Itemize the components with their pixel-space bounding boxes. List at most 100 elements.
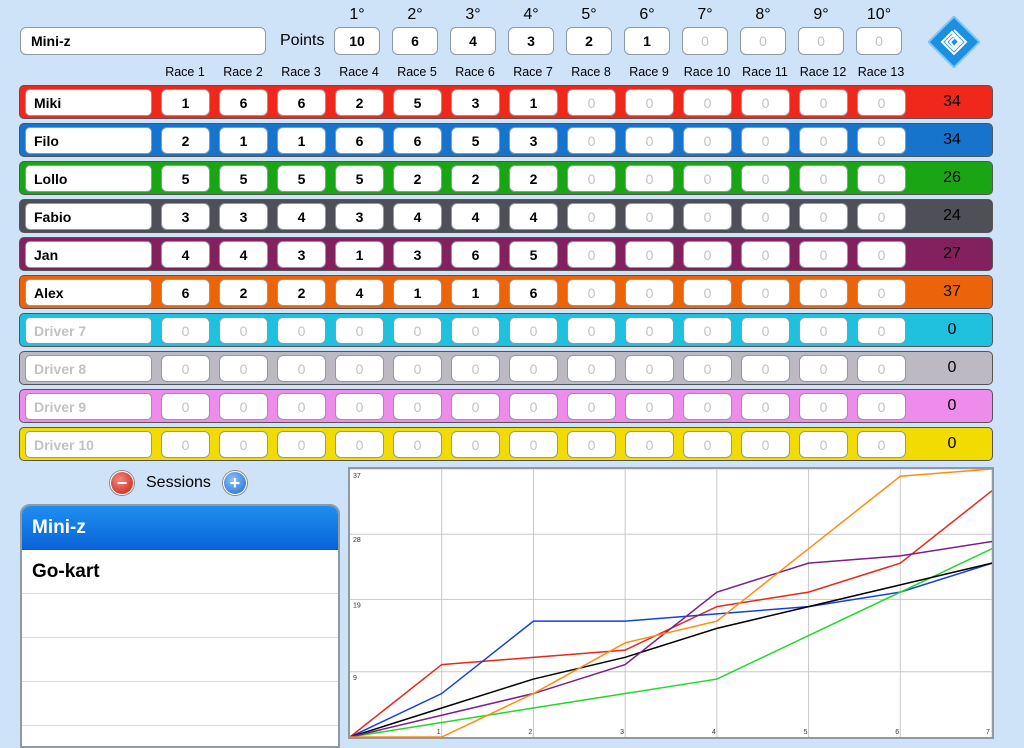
driver-name-field[interactable]: Driver 9 <box>25 393 152 420</box>
race-result-field[interactable]: 2 <box>509 165 558 192</box>
race-result-field[interactable]: 3 <box>509 127 558 154</box>
race-result-field[interactable]: 0 <box>567 355 616 382</box>
race-result-field[interactable]: 3 <box>335 203 384 230</box>
race-result-field[interactable]: 0 <box>451 393 500 420</box>
race-result-field[interactable]: 6 <box>451 241 500 268</box>
race-result-field[interactable]: 0 <box>857 89 906 116</box>
race-result-field[interactable]: 0 <box>625 89 674 116</box>
race-result-field[interactable]: 0 <box>393 317 442 344</box>
points-value-field[interactable]: 1 <box>624 27 670 55</box>
race-result-field[interactable]: 0 <box>625 279 674 306</box>
race-result-field[interactable]: 0 <box>567 127 616 154</box>
race-result-field[interactable]: 6 <box>219 89 268 116</box>
race-result-field[interactable]: 0 <box>625 317 674 344</box>
race-result-field[interactable]: 4 <box>509 203 558 230</box>
session-name-field[interactable]: Mini-z <box>20 27 266 55</box>
points-value-field[interactable]: 4 <box>450 27 496 55</box>
race-result-field[interactable]: 0 <box>625 355 674 382</box>
race-result-field[interactable]: 0 <box>741 165 790 192</box>
race-result-field[interactable]: 0 <box>857 355 906 382</box>
race-result-field[interactable]: 0 <box>741 203 790 230</box>
race-result-field[interactable]: 0 <box>799 203 848 230</box>
race-result-field[interactable]: 0 <box>741 393 790 420</box>
race-result-field[interactable]: 0 <box>683 89 732 116</box>
race-result-field[interactable]: 0 <box>567 279 616 306</box>
race-result-field[interactable]: 1 <box>335 241 384 268</box>
points-value-field[interactable]: 0 <box>798 27 844 55</box>
race-result-field[interactable]: 0 <box>857 279 906 306</box>
race-result-field[interactable]: 0 <box>567 241 616 268</box>
race-result-field[interactable]: 0 <box>683 165 732 192</box>
race-result-field[interactable]: 1 <box>161 89 210 116</box>
race-result-field[interactable]: 0 <box>799 127 848 154</box>
race-result-field[interactable]: 0 <box>219 355 268 382</box>
race-result-field[interactable]: 0 <box>799 431 848 458</box>
race-result-field[interactable]: 0 <box>277 355 326 382</box>
race-result-field[interactable]: 3 <box>277 241 326 268</box>
race-result-field[interactable]: 2 <box>277 279 326 306</box>
race-result-field[interactable]: 1 <box>277 127 326 154</box>
race-result-field[interactable]: 2 <box>219 279 268 306</box>
race-result-field[interactable]: 0 <box>393 393 442 420</box>
race-result-field[interactable]: 3 <box>393 241 442 268</box>
race-result-field[interactable]: 0 <box>451 431 500 458</box>
race-result-field[interactable]: 0 <box>625 165 674 192</box>
race-result-field[interactable]: 0 <box>567 431 616 458</box>
driver-name-field[interactable]: Driver 8 <box>25 355 152 382</box>
race-result-field[interactable]: 0 <box>161 355 210 382</box>
race-result-field[interactable]: 0 <box>625 431 674 458</box>
race-result-field[interactable]: 6 <box>277 89 326 116</box>
points-value-field[interactable]: 10 <box>334 27 380 55</box>
race-result-field[interactable]: 4 <box>277 203 326 230</box>
race-result-field[interactable]: 0 <box>277 431 326 458</box>
race-result-field[interactable]: 0 <box>509 431 558 458</box>
race-result-field[interactable]: 0 <box>683 317 732 344</box>
race-result-field[interactable]: 0 <box>161 317 210 344</box>
race-result-field[interactable]: 0 <box>277 317 326 344</box>
race-result-field[interactable]: 0 <box>683 279 732 306</box>
driver-name-field[interactable]: Miki <box>25 89 152 116</box>
race-result-field[interactable]: 0 <box>741 279 790 306</box>
driver-name-field[interactable]: Driver 7 <box>25 317 152 344</box>
race-result-field[interactable]: 0 <box>799 89 848 116</box>
race-result-field[interactable]: 0 <box>567 317 616 344</box>
points-value-field[interactable]: 0 <box>856 27 902 55</box>
race-result-field[interactable]: 0 <box>683 241 732 268</box>
race-result-field[interactable]: 0 <box>741 89 790 116</box>
race-result-field[interactable]: 5 <box>509 241 558 268</box>
add-session-button[interactable]: + <box>222 471 247 495</box>
race-result-field[interactable]: 0 <box>741 127 790 154</box>
points-value-field[interactable]: 3 <box>508 27 554 55</box>
race-result-field[interactable]: 0 <box>567 165 616 192</box>
race-result-field[interactable]: 0 <box>683 393 732 420</box>
race-result-field[interactable]: 6 <box>161 279 210 306</box>
race-result-field[interactable]: 0 <box>799 241 848 268</box>
race-result-field[interactable]: 0 <box>683 355 732 382</box>
race-result-field[interactable]: 0 <box>567 203 616 230</box>
race-result-field[interactable]: 5 <box>161 165 210 192</box>
race-result-field[interactable]: 0 <box>625 203 674 230</box>
race-result-field[interactable]: 0 <box>161 393 210 420</box>
race-result-field[interactable]: 3 <box>161 203 210 230</box>
race-result-field[interactable]: 0 <box>683 431 732 458</box>
race-result-field[interactable]: 0 <box>509 355 558 382</box>
race-result-field[interactable]: 0 <box>857 127 906 154</box>
race-result-field[interactable]: 1 <box>451 279 500 306</box>
race-result-field[interactable]: 6 <box>509 279 558 306</box>
session-list-item[interactable]: Mini-z <box>22 506 338 550</box>
race-result-field[interactable]: 2 <box>161 127 210 154</box>
race-result-field[interactable]: 0 <box>799 355 848 382</box>
race-result-field[interactable]: 4 <box>219 241 268 268</box>
race-result-field[interactable]: 0 <box>625 393 674 420</box>
race-result-field[interactable]: 5 <box>335 165 384 192</box>
race-result-field[interactable]: 6 <box>335 127 384 154</box>
race-result-field[interactable]: 0 <box>857 203 906 230</box>
driver-name-field[interactable]: Filo <box>25 127 152 154</box>
race-result-field[interactable]: 0 <box>219 431 268 458</box>
race-result-field[interactable]: 0 <box>393 431 442 458</box>
points-value-field[interactable]: 0 <box>740 27 786 55</box>
race-result-field[interactable]: 2 <box>393 165 442 192</box>
driver-name-field[interactable]: Fabio <box>25 203 152 230</box>
race-result-field[interactable]: 0 <box>451 317 500 344</box>
race-result-field[interactable]: 3 <box>451 89 500 116</box>
